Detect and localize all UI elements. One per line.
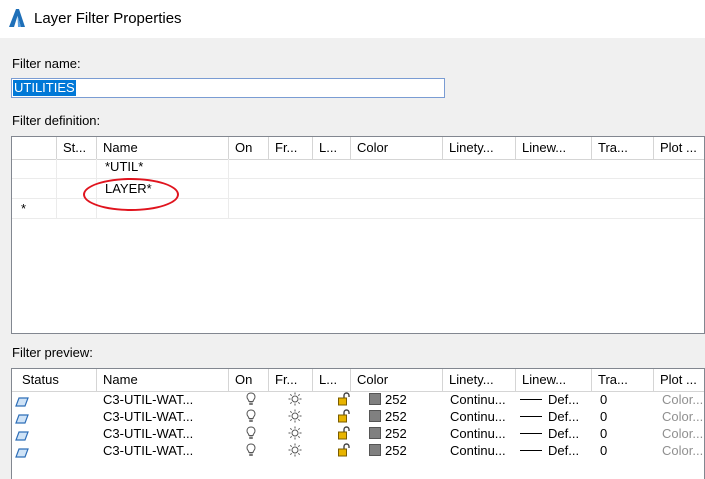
layer-status-icon [12,391,97,408]
column-on[interactable]: On [229,137,269,159]
layer-plot-style-cell: Color... [662,443,704,458]
layer-plot-style-cell: Color... [662,409,704,424]
color-swatch [369,410,381,422]
column-lineweight[interactable]: Linew... [516,137,592,159]
sun-icon[interactable] [269,408,313,425]
column-name[interactable]: Name [97,369,229,391]
column-name[interactable]: Name [97,137,229,159]
sun-icon[interactable] [269,442,313,459]
column-status[interactable]: Status [12,369,97,391]
column-color[interactable]: Color [351,137,443,159]
color-swatch [369,427,381,439]
definition-name-cell[interactable]: *UTIL* [97,159,229,178]
column-plot-style[interactable]: Plot ... [654,137,704,159]
layer-plot-style-cell: Color... [662,426,704,441]
padlock-icon[interactable] [313,391,351,408]
column-row-marker [12,137,57,159]
layer-transparency-cell[interactable]: 0 [592,442,654,459]
autocad-logo-icon [9,9,25,27]
title-bar: Layer Filter Properties [0,0,705,38]
column-on[interactable]: On [229,369,269,391]
definition-grid-header: St... Name On Fr... L... Color Linety...… [12,137,704,160]
layer-linetype-cell[interactable]: Continu... [443,408,516,425]
layer-lineweight-cell[interactable]: Def... [516,391,592,408]
layer-name-cell[interactable]: C3-UTIL-WAT... [97,442,229,459]
layer-transparency-cell[interactable]: 0 [592,408,654,425]
lineweight-line [520,433,542,434]
table-row[interactable]: C3-UTIL-WAT... 252 Continu... Def... 0 Color.… [12,425,704,442]
sun-icon[interactable] [269,391,313,408]
filter-preview-grid[interactable]: Status Name On Fr... L... Color Linety..… [11,368,705,479]
lineweight-line [520,450,542,451]
layer-lineweight-cell[interactable]: Def... [516,425,592,442]
layer-name-cell[interactable]: C3-UTIL-WAT... [97,408,229,425]
filter-definition-label: Filter definition: [12,113,101,128]
table-row[interactable]: C3-UTIL-WAT... 252 Continu... Def... 0 Color.… [12,408,704,425]
column-lock[interactable]: L... [313,137,351,159]
new-row-marker: * [12,199,57,218]
column-linetype[interactable]: Linety... [443,137,516,159]
padlock-icon[interactable] [313,442,351,459]
filter-preview-label: Filter preview: [12,345,93,360]
preview-grid-header: Status Name On Fr... L... Color Linety..… [12,369,704,392]
column-plot-style[interactable]: Plot ... [654,369,704,391]
layer-linetype-cell[interactable]: Continu... [443,391,516,408]
column-transparency[interactable]: Tra... [592,369,654,391]
filter-name-label: Filter name: [12,56,81,71]
layer-status-icon [12,425,97,442]
padlock-icon[interactable] [313,425,351,442]
definition-name-cell[interactable]: LAYER* [97,179,229,198]
column-lineweight[interactable]: Linew... [516,369,592,391]
layer-linetype-cell[interactable]: Continu... [443,425,516,442]
column-linetype[interactable]: Linety... [443,369,516,391]
column-freeze[interactable]: Fr... [269,369,313,391]
column-status[interactable]: St... [57,137,97,159]
layer-linetype-cell[interactable]: Continu... [443,442,516,459]
table-row[interactable]: C3-UTIL-WAT... 252 Continu... Def... 0 Color.… [12,442,704,459]
layer-name-cell[interactable]: C3-UTIL-WAT... [97,391,229,408]
window-title: Layer Filter Properties [34,10,182,27]
layer-lineweight-cell[interactable]: Def... [516,442,592,459]
filter-name-value: UTILITIES [13,80,76,96]
lightbulb-icon[interactable] [229,442,269,459]
column-color[interactable]: Color [351,369,443,391]
color-swatch [369,393,381,405]
padlock-icon[interactable] [313,408,351,425]
table-row[interactable]: LAYER* [12,179,704,199]
column-freeze[interactable]: Fr... [269,137,313,159]
table-row-new[interactable]: * [12,199,704,219]
layer-status-icon [12,408,97,425]
lightbulb-icon[interactable] [229,425,269,442]
layer-color-cell[interactable]: 252 [351,425,443,442]
layer-color-cell[interactable]: 252 [351,408,443,425]
filter-definition-grid[interactable]: St... Name On Fr... L... Color Linety...… [11,136,705,334]
layer-transparency-cell[interactable]: 0 [592,391,654,408]
lineweight-line [520,399,542,400]
layer-color-cell[interactable]: 252 [351,391,443,408]
lineweight-line [520,416,542,417]
lightbulb-icon[interactable] [229,408,269,425]
layer-color-cell[interactable]: 252 [351,442,443,459]
layer-status-icon [12,442,97,459]
table-row[interactable]: C3-UTIL-WAT... 252 Continu... Def... 0 Color.… [12,391,704,408]
layer-lineweight-cell[interactable]: Def... [516,408,592,425]
layer-transparency-cell[interactable]: 0 [592,425,654,442]
filter-name-input[interactable]: UTILITIES [11,78,445,98]
layer-name-cell[interactable]: C3-UTIL-WAT... [97,425,229,442]
sun-icon[interactable] [269,425,313,442]
column-transparency[interactable]: Tra... [592,137,654,159]
column-lock[interactable]: L... [313,369,351,391]
color-swatch [369,444,381,456]
table-row[interactable]: *UTIL* [12,159,704,179]
lightbulb-icon[interactable] [229,391,269,408]
layer-plot-style-cell: Color... [662,392,704,407]
